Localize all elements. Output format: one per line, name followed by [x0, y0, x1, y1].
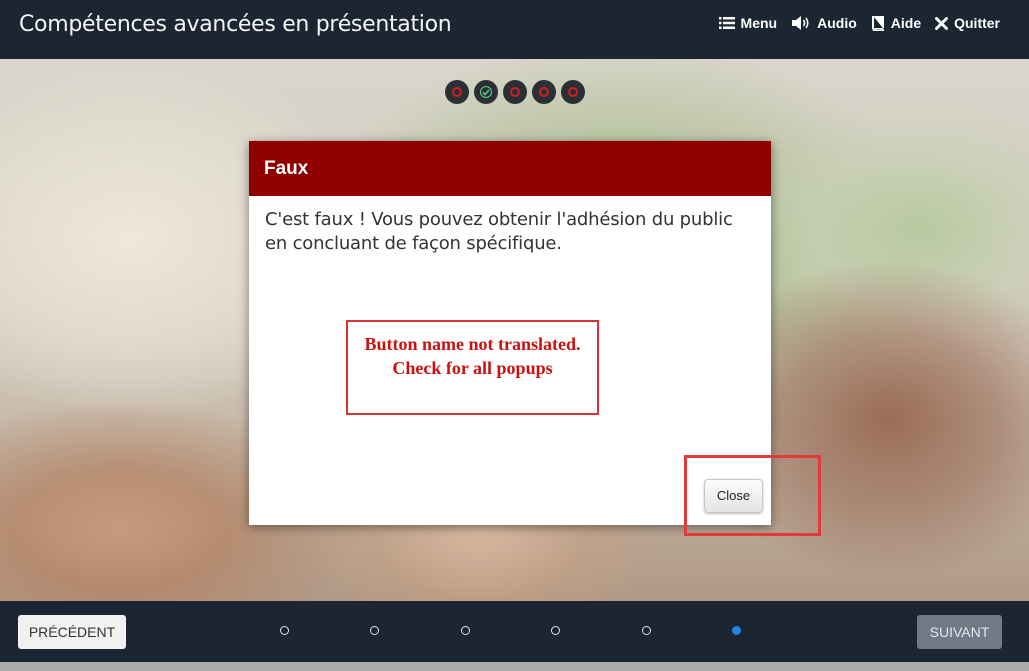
next-button[interactable]: SUIVANT: [917, 615, 1002, 649]
help-button[interactable]: Aide: [871, 15, 921, 31]
speaker-icon: [791, 15, 811, 31]
course-title: Compétences avancées en présentation: [19, 12, 452, 37]
progress-dot-incorrect: [561, 80, 585, 104]
slide-dot[interactable]: [280, 626, 289, 635]
bottom-bar: PRÉCÉDENT SUIVANT: [0, 601, 1029, 662]
bottom-strip: [0, 662, 1029, 671]
incorrect-icon: [539, 87, 549, 97]
slide-dot[interactable]: [551, 626, 560, 635]
incorrect-icon: [510, 87, 520, 97]
book-icon: [871, 15, 885, 31]
help-label: Aide: [890, 15, 922, 31]
annotation-highlight-box: [684, 455, 821, 536]
slide-dot[interactable]: [370, 626, 379, 635]
dialog-message: C'est faux ! Vous pouvez obtenir l'adhés…: [265, 209, 733, 254]
progress-dot-correct: [474, 80, 498, 104]
incorrect-icon: [568, 87, 578, 97]
slide-dot-active[interactable]: [732, 626, 741, 635]
quit-button[interactable]: Quitter: [935, 15, 1000, 31]
review-annotation: Button name not translated. Check for al…: [346, 320, 599, 415]
check-icon: [480, 86, 492, 98]
incorrect-icon: [452, 87, 462, 97]
slide-dot[interactable]: [642, 626, 651, 635]
audio-label: Audio: [817, 15, 857, 31]
audio-button[interactable]: Audio: [791, 15, 857, 31]
top-bar: Compétences avancées en présentation Men…: [0, 0, 1029, 59]
slide-dot[interactable]: [461, 626, 470, 635]
menu-button[interactable]: Menu: [718, 15, 778, 31]
close-icon: [935, 16, 949, 30]
progress-dot-incorrect: [532, 80, 556, 104]
quit-label: Quitter: [954, 15, 1000, 31]
dialog-title: Faux: [249, 141, 771, 196]
progress-dot-incorrect: [503, 80, 527, 104]
top-nav: Menu Audio Aide Quitter: [718, 15, 1000, 31]
menu-label: Menu: [740, 15, 778, 31]
list-icon: [718, 16, 735, 30]
progress-dot-incorrect: [445, 80, 469, 104]
question-progress: [445, 80, 585, 104]
previous-button[interactable]: PRÉCÉDENT: [18, 615, 126, 649]
